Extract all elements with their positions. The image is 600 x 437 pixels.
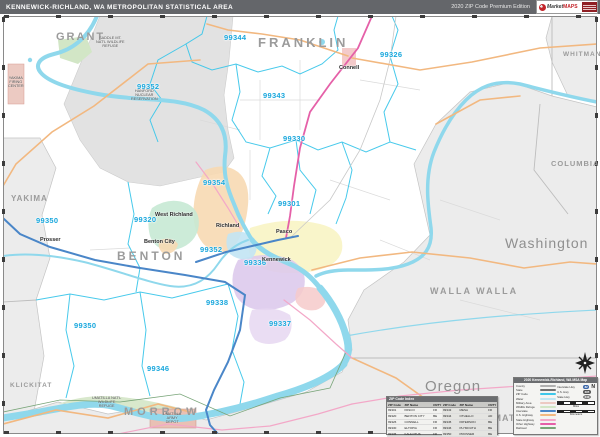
town-connell-fill [342,48,356,66]
legend-symbols-column: County State ZIP Code Water Military Area Wil… [516,384,557,430]
map-canvas [3,16,597,434]
legend-swatch [540,422,556,425]
legend-title: 2020 Kennewick-Richland, WA MSA Map [514,378,597,383]
ruler-ticks-bottom [4,431,596,434]
legend-swatch [540,418,556,421]
legend-swatch [540,426,556,429]
zip-index-table: ZIP Code Index ZIP Code ZIP Name CNTY ZIP C… [386,396,498,437]
legend-highway-item: State Hwy 240 [557,394,591,399]
ruler-ticks-top [4,15,596,18]
area-yakima-firing-center [7,63,25,105]
highway-shield-icon: 82 [583,384,590,389]
legend-swatch [540,397,556,400]
urban-kennewick-south [249,308,292,344]
legend-highway-item: U.S. Hwy 395 [557,389,591,394]
ruler-ticks-left [2,17,5,433]
legend-swatch [540,401,556,404]
legend-swatch [540,385,556,388]
legend-item: Railroad [516,426,557,430]
legend-north-icon: N [591,384,595,390]
ruler-ticks-right [595,17,598,433]
map-page: KENNEWICK-RICHLAND, WA METROPOLITAN STAT… [0,0,600,437]
highway-shield-icon: 240 [583,394,591,399]
legend-highways-column: N Interstate Hwy 82 U.S. Hwy 395 State Hwy 24… [557,384,595,430]
zip-table-grid: ZIP Code ZIP Name CNTY ZIP Code ZIP Name CNTY… [387,402,497,437]
legend-swatch [540,393,556,396]
legend-swatch [540,414,556,417]
legend-swatch [540,389,556,392]
legend-panel: 2020 Kennewick-Richland, WA MSA Map Coun… [513,377,598,435]
scale-bar: Kilometers [557,409,595,416]
scale-bar: Miles [557,401,595,408]
legend-swatch [540,406,556,409]
legend-swatch [540,410,556,413]
highway-shield-icon: 395 [583,389,591,394]
